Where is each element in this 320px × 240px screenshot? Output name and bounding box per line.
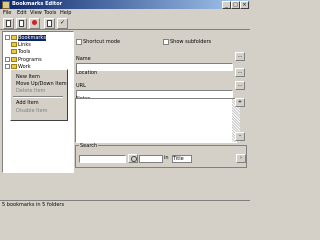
context-menu-item[interactable]: Disable Item [16,108,48,114]
new-button[interactable] [3,18,14,29]
tree-item[interactable]: Bookmarks [5,35,46,41]
search-button[interactable] [128,154,138,163]
search-group: Search in Title › [75,143,247,168]
folder-icon [11,57,17,62]
window-title: Bookmarks Editor [12,1,63,7]
name-browse-button[interactable]: … [235,52,245,61]
folder-icon [11,42,17,47]
title-bar: Bookmarks Editor _ □ × [0,0,250,9]
folder-icon [11,49,17,54]
maximize-button[interactable]: □ [231,1,240,9]
toolbar: ✓ [0,16,250,30]
check-button[interactable]: ✓ [57,18,68,29]
context-menu: New Item Move Up/Down Item Delete Item A… [10,69,68,121]
folder-icon [11,35,17,40]
notes-textarea[interactable] [75,98,240,143]
search-icon [131,156,137,162]
menu-separator [13,96,63,98]
new-icon [6,20,11,27]
context-menu-item[interactable]: Move Up/Down Item [16,81,67,87]
search-input[interactable] [79,155,126,163]
info-icon [47,20,52,27]
search-go-button[interactable]: › [236,154,246,163]
context-menu-item[interactable]: Delete Item [16,88,45,94]
open-icon [19,20,24,27]
stop-button[interactable] [29,18,40,29]
search-group-label: Search [79,143,99,149]
name-input[interactable] [76,63,233,71]
tree-item[interactable]: Links [11,42,31,48]
close-button[interactable]: × [240,1,249,9]
open-button[interactable] [16,18,27,29]
shortcut-label: Shortcut mode [83,39,121,45]
url-label: URL [76,83,86,89]
notes-down-button[interactable]: – [235,132,245,141]
minimize-button[interactable]: _ [222,1,231,9]
name-label: Name [76,56,91,62]
app-icon [2,1,10,9]
tree-item[interactable]: Programs [5,57,42,63]
search-in-label: in [164,155,169,161]
menu-bar: File Edit View Tools Help [0,9,250,16]
shortcut-checkbox[interactable] [76,39,82,45]
tree-item[interactable]: Tools [11,49,30,55]
status-text: 5 bookmarks in 5 folders [2,202,65,208]
location-label: Location [76,70,98,76]
search-box[interactable] [139,155,163,163]
search-field-dropdown[interactable]: Title [172,155,192,163]
context-menu-item[interactable]: Add Item [16,100,39,106]
url-input[interactable] [76,90,233,98]
subfolders-label: Show subfolders [170,39,212,45]
status-bar: 5 bookmarks in 5 folders [0,200,250,209]
notes-up-button[interactable]: + [235,98,245,107]
location-browse-button[interactable]: … [235,68,245,77]
expand-icon[interactable] [5,57,10,62]
subfolders-checkbox[interactable] [163,39,169,45]
expand-icon[interactable] [5,35,10,40]
info-button[interactable] [44,18,55,29]
context-menu-item[interactable]: New Item [16,74,40,80]
stop-icon [32,20,37,25]
check-icon: ✓ [60,19,66,26]
url-browse-button[interactable]: … [235,81,245,90]
